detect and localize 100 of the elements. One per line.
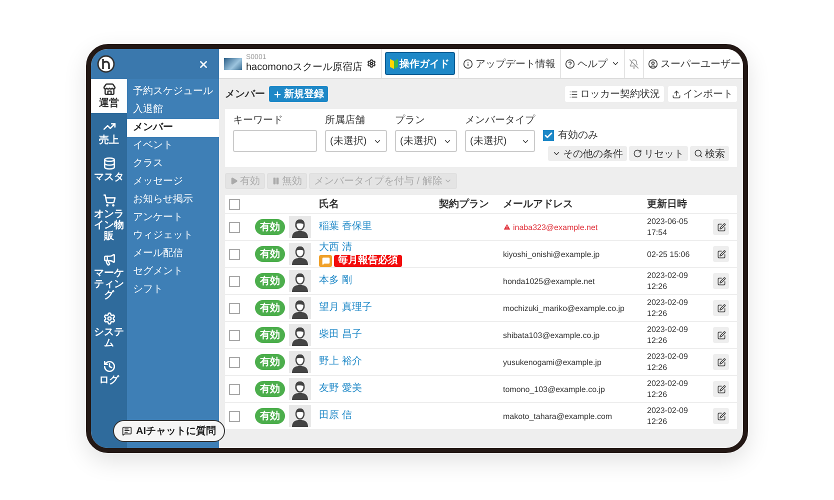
history-icon [102,360,116,373]
submenu-item[interactable]: 予約スケジュール [127,83,219,101]
rail-item[interactable]: ログ [91,356,127,390]
select-field[interactable]: (未選択) [395,130,457,152]
edit-button[interactable] [713,273,729,289]
keyword-input[interactable] [233,130,317,152]
updated-cell-text: 2023-02-09 12:26 [647,405,689,427]
submenu-item[interactable]: クラス [127,155,219,173]
list-icon [569,90,578,98]
help-button[interactable]: ヘルプ [560,49,624,78]
edit-button[interactable] [713,327,729,343]
avatar-icon [289,216,311,238]
member-name-link[interactable]: 本多 剛 [319,275,435,287]
submenu-item[interactable]: メール配信 [127,245,219,263]
select-all-checkbox[interactable] [229,198,240,210]
row-checkbox[interactable] [229,248,240,260]
row-checkbox[interactable] [229,384,240,394]
updated-cell-text: 02-25 15:06 [647,248,691,260]
row-checkbox[interactable] [229,410,240,422]
submenu-item[interactable]: イベント [127,137,219,155]
status-badge: 有効 [255,354,285,370]
row-checkbox[interactable] [229,330,240,340]
more-conditions-button[interactable]: その他の条件 [548,146,627,161]
pause-icon [272,177,280,185]
submenu-item[interactable]: メッセージ [127,173,219,191]
column-header: 氏名 [319,198,340,211]
chat-icon [122,426,132,436]
avatar-icon [289,270,311,292]
avatar-icon [289,378,311,400]
rail-item[interactable]: システム [91,308,127,353]
member-name-link[interactable]: 稲葉 香保里 [319,221,435,233]
updated-cell-text: 2023-02-09 12:26 [647,324,689,346]
speech-bubble-icon [322,256,330,264]
select-field[interactable]: (未選択) [465,130,535,152]
status-badge: 有効 [255,219,285,235]
avatar-icon [289,324,311,346]
rail-item[interactable]: 売上 [91,116,127,150]
active-only-checkbox[interactable]: 有効のみ [543,128,729,142]
updated-cell-text: 2023-02-09 12:26 [647,297,689,319]
close-icon[interactable] [198,58,209,70]
field-label: キーワード [233,115,284,127]
rail-item[interactable]: 運営 [91,79,127,113]
edit-button[interactable] [713,408,729,424]
row-checkbox[interactable] [229,302,240,314]
import-button[interactable]: インポート [668,86,737,102]
edit-button[interactable] [713,354,729,370]
edit-button[interactable] [713,246,729,262]
email-cell-text: yusukenogami@example.jp [503,358,602,366]
logo-icon [97,55,115,73]
member-name-link[interactable]: 柴田 昌子 [319,329,435,341]
row-checkbox[interactable] [229,222,240,232]
email-cell-text: makoto_tahara@example.com [503,412,614,420]
ai-chat-button[interactable]: AIチャットに質問 [113,420,225,442]
submenu-item[interactable]: 入退館 [127,101,219,119]
member-name-link[interactable]: 望月 真理子 [319,302,435,314]
rail-item[interactable]: マスタ [91,153,127,187]
rail-item[interactable]: マーケティング [91,249,127,305]
row-checkbox[interactable] [229,276,240,286]
guide-button[interactable]: 操作ガイド [384,52,455,75]
edit-icon [716,222,726,232]
edit-button[interactable] [713,300,729,316]
submenu-item[interactable]: お知らせ掲示 [127,191,219,209]
locker-status-button[interactable]: ロッカー契約状況 [565,86,664,102]
member-name-link[interactable]: 野上 裕介 [319,356,435,368]
submenu-item[interactable]: アンケート [127,209,219,227]
select-field[interactable]: (未選択) [325,130,387,152]
member-name-link[interactable]: 友野 愛美 [319,383,435,395]
submenu-item[interactable]: メンバー [127,119,219,137]
update-info-button[interactable]: アップデート情報 [458,49,560,78]
submenu-item[interactable]: シフト [127,281,219,299]
submenu-item[interactable]: セグメント [127,263,219,281]
member-name-link[interactable]: 大西 清 [319,242,435,254]
status-badge: 有効 [255,246,285,262]
info-icon [462,58,473,68]
member-name-link[interactable]: 田原 信 [319,410,435,422]
upload-icon [672,90,681,98]
column-header: 契約プラン [439,197,490,211]
play-icon [230,177,238,185]
search-button[interactable]: 検索 [690,146,729,161]
row-checkbox[interactable] [229,356,240,368]
edit-icon [716,330,726,340]
email-cell: inaba323@example.net [503,222,643,232]
edit-button[interactable] [713,219,729,235]
email-cell-text: honda1025@example.net [503,276,596,286]
status-badge: 有効 [255,381,285,397]
leaf-icon [390,58,398,68]
settings-icon[interactable] [366,59,376,68]
submenu-item[interactable]: ウィジェット [127,227,219,245]
gear-icon [102,312,116,325]
user-menu[interactable]: スーパーユーザー [642,49,743,78]
rail-item[interactable]: オンライン物販 [91,190,127,246]
field-label: メンバータイプ [465,115,535,127]
edit-icon [716,412,726,420]
email-cell-text: mochizuki_mariko@example.co.jp [503,304,626,312]
help-icon [564,58,575,68]
edit-icon [716,358,726,366]
reset-button[interactable]: リセット [629,146,688,161]
updated-cell-text: 2023-02-09 12:26 [647,378,689,400]
edit-button[interactable] [713,381,729,397]
new-member-button[interactable]: 新規登録 [269,86,328,102]
